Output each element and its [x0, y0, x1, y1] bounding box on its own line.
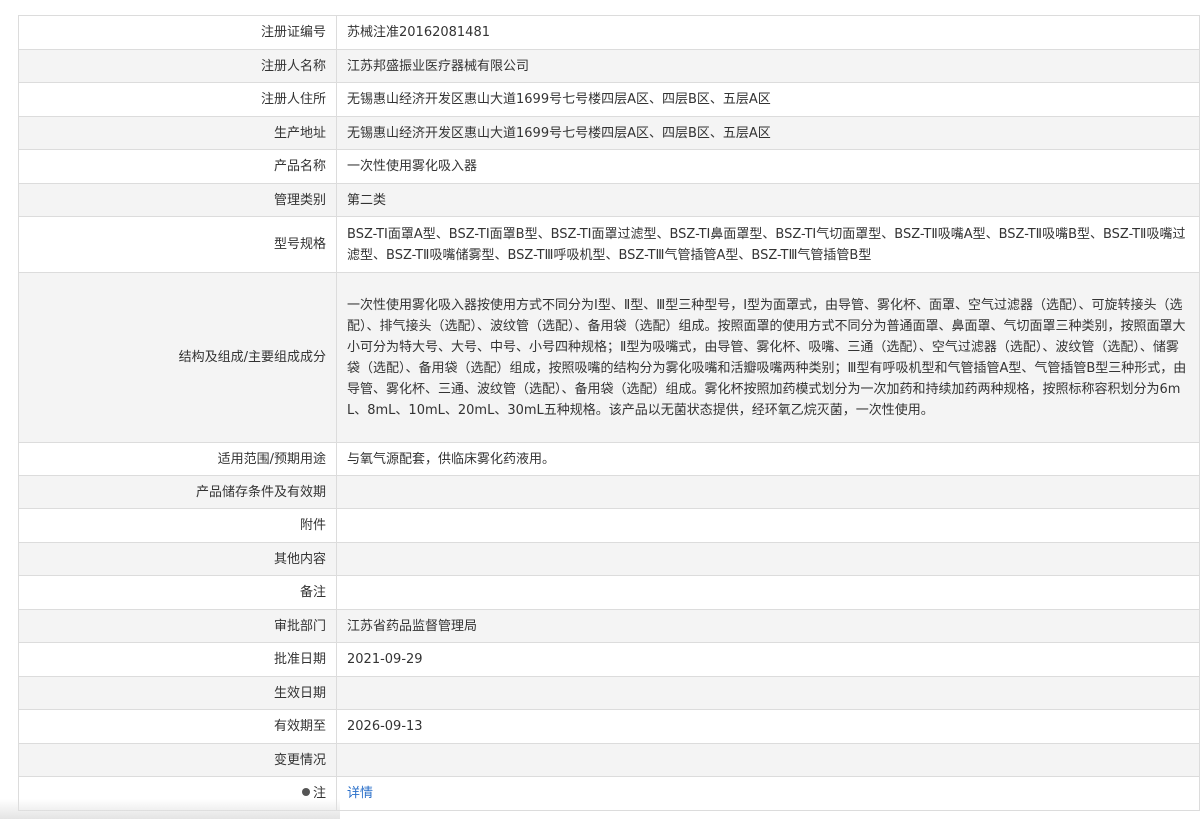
value-management-category: 第二类	[336, 183, 1200, 217]
value-remarks	[336, 575, 1200, 610]
row-approval-department: 审批部门 江苏省药品监督管理局	[18, 609, 1200, 643]
row-approval-date: 批准日期 2021-09-29	[18, 642, 1200, 677]
label-valid-until: 有效期至	[18, 709, 337, 744]
label-note-text: 注	[312, 786, 326, 801]
label-registrant-address: 注册人住所	[18, 82, 337, 117]
label-effective-date: 生效日期	[18, 676, 337, 710]
value-storage-conditions	[336, 475, 1200, 509]
row-registrant-address: 注册人住所 无锡惠山经济开发区惠山大道1699号七号楼四层A区、四层B区、五层A…	[18, 82, 1200, 117]
registration-detail-panel: 注册证编号 苏械注准20162081481 注册人名称 江苏邦盛振业医疗器械有限…	[18, 15, 1200, 811]
row-management-category: 管理类别 第二类	[18, 183, 1200, 217]
label-storage-conditions: 产品储存条件及有效期	[18, 475, 337, 509]
row-structure-composition: 结构及组成/主要组成成分 一次性使用雾化吸入器按使用方式不同分为Ⅰ型、Ⅱ型、Ⅲ型…	[18, 272, 1200, 443]
label-attachments: 附件	[18, 508, 337, 543]
row-change-status: 变更情况	[18, 743, 1200, 777]
label-other-content: 其他内容	[18, 542, 337, 576]
label-management-category: 管理类别	[18, 183, 337, 217]
label-remarks: 备注	[18, 575, 337, 610]
label-registrant-name: 注册人名称	[18, 49, 337, 83]
value-effective-date	[336, 676, 1200, 710]
label-approval-department: 审批部门	[18, 609, 337, 643]
label-product-name: 产品名称	[18, 149, 337, 184]
row-effective-date: 生效日期	[18, 676, 1200, 710]
value-registrant-address: 无锡惠山经济开发区惠山大道1699号七号楼四层A区、四层B区、五层A区	[336, 82, 1200, 117]
value-registration-number: 苏械注准20162081481	[336, 15, 1200, 50]
value-change-status	[336, 743, 1200, 777]
row-model-specification: 型号规格 BSZ-TⅠ面罩A型、BSZ-TⅠ面罩B型、BSZ-TⅠ面罩过滤型、B…	[18, 216, 1200, 273]
value-structure-composition: 一次性使用雾化吸入器按使用方式不同分为Ⅰ型、Ⅱ型、Ⅲ型三种型号，Ⅰ型为面罩式，由…	[336, 272, 1200, 443]
value-other-content	[336, 542, 1200, 576]
row-storage-conditions: 产品储存条件及有效期	[18, 475, 1200, 509]
value-product-name: 一次性使用雾化吸入器	[336, 149, 1200, 184]
row-registration-number: 注册证编号 苏械注准20162081481	[18, 15, 1200, 50]
registration-detail-table: 注册证编号 苏械注准20162081481 注册人名称 江苏邦盛振业医疗器械有限…	[18, 15, 1200, 811]
value-production-address: 无锡惠山经济开发区惠山大道1699号七号楼四层A区、四层B区、五层A区	[336, 116, 1200, 150]
value-note: 详情	[336, 776, 1200, 811]
bullet-dot-icon	[301, 788, 310, 796]
row-intended-use: 适用范围/预期用途 与氧气源配套，供临床雾化药液用。	[18, 442, 1200, 476]
row-valid-until: 有效期至 2026-09-13	[18, 709, 1200, 744]
label-intended-use: 适用范围/预期用途	[18, 442, 337, 476]
value-approval-department: 江苏省药品监督管理局	[336, 609, 1200, 643]
label-registration-number: 注册证编号	[18, 15, 337, 50]
label-structure-composition: 结构及组成/主要组成成分	[18, 272, 337, 443]
details-link[interactable]: 详情	[347, 786, 373, 801]
value-model-specification: BSZ-TⅠ面罩A型、BSZ-TⅠ面罩B型、BSZ-TⅠ面罩过滤型、BSZ-TⅠ…	[336, 216, 1200, 273]
row-product-name: 产品名称 一次性使用雾化吸入器	[18, 149, 1200, 184]
value-attachments	[336, 508, 1200, 543]
label-approval-date: 批准日期	[18, 642, 337, 677]
label-change-status: 变更情况	[18, 743, 337, 777]
label-model-specification: 型号规格	[18, 216, 337, 273]
label-note: 注	[18, 776, 337, 811]
row-attachments: 附件	[18, 508, 1200, 543]
value-intended-use: 与氧气源配套，供临床雾化药液用。	[336, 442, 1200, 476]
row-other-content: 其他内容	[18, 542, 1200, 576]
row-registrant-name: 注册人名称 江苏邦盛振业医疗器械有限公司	[18, 49, 1200, 83]
row-production-address: 生产地址 无锡惠山经济开发区惠山大道1699号七号楼四层A区、四层B区、五层A区	[18, 116, 1200, 150]
value-valid-until: 2026-09-13	[336, 709, 1200, 744]
value-registrant-name: 江苏邦盛振业医疗器械有限公司	[336, 49, 1200, 83]
row-note: 注 详情	[18, 776, 1200, 811]
label-production-address: 生产地址	[18, 116, 337, 150]
row-remarks: 备注	[18, 575, 1200, 610]
value-approval-date: 2021-09-29	[336, 642, 1200, 677]
